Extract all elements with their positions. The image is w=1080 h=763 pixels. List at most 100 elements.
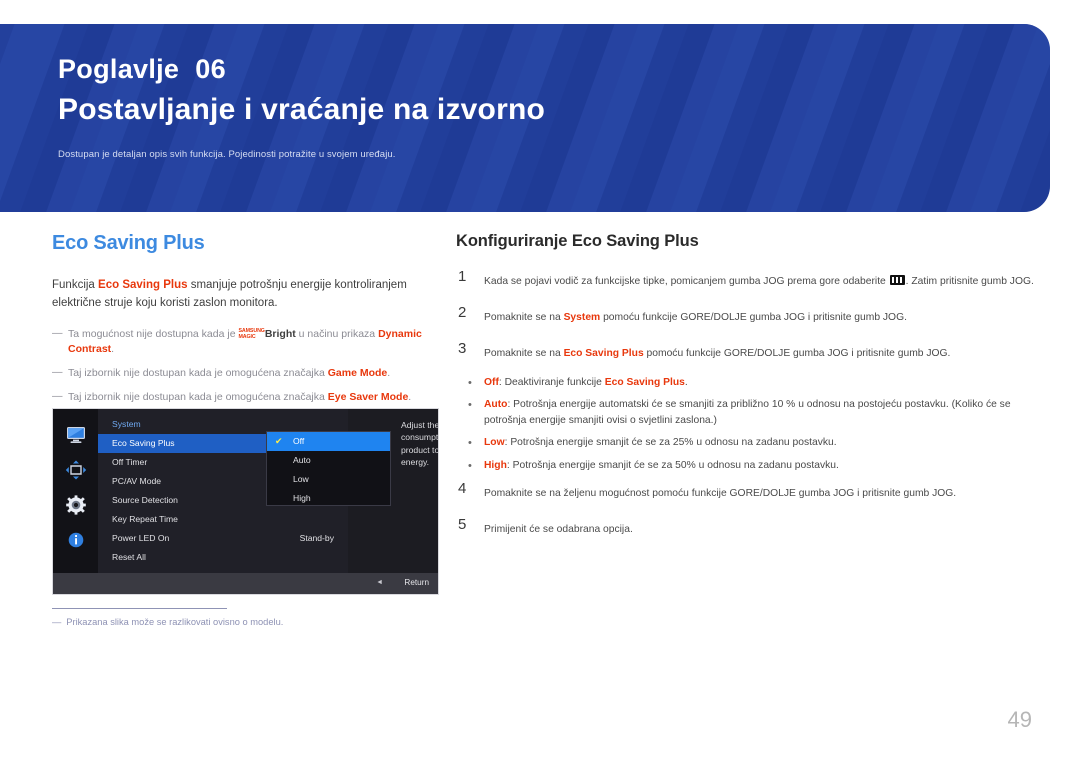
intro-paragraph: Funkcija Eco Saving Plus smanjuje potroš…	[52, 277, 442, 313]
bullet-text-post: : Potrošnja energije smanjit će se za 25…	[504, 437, 837, 449]
osd-menu-item-label: Source Detection	[112, 495, 178, 505]
osd-menu-item-label: PC/AV Mode	[112, 476, 162, 486]
osd-body: System Eco Saving Plus Off Timer PC/AV Mod…	[98, 409, 439, 582]
osd-menu-item-label: Power LED On	[112, 533, 170, 543]
note-dash: ―	[52, 366, 63, 379]
step-text-pre: Kada se pojavi vodič za funkcijske tipke…	[484, 276, 889, 287]
step-text: Pomaknite se na željenu mogućnost pomoću…	[484, 488, 957, 500]
step-text: Kada se pojavi vodič za funkcijske tipke…	[484, 275, 1034, 287]
osd-back-arrow-icon[interactable]: ◄	[376, 579, 383, 586]
bullet-dot: •	[468, 459, 472, 472]
chapter-line: Poglavlje 06	[58, 52, 1050, 88]
footnote-divider	[52, 608, 227, 609]
step-4: 4 Pomaknite se na željenu mogućnost pomo…	[456, 480, 1036, 505]
osd-dropdown-option[interactable]: High	[267, 489, 390, 508]
bright-label: Bright	[264, 327, 296, 340]
step-2: 2 Pomaknite se na System pomoću funkcije…	[456, 304, 1036, 329]
osd-menu-item[interactable]: Key Repeat Time	[98, 510, 348, 529]
step-text-pre: Pomaknite se na	[484, 312, 564, 323]
magicbright-logo: SAMSUNG MAGIC	[238, 329, 264, 340]
step-number: 4	[458, 480, 467, 498]
bullet-term-high: High	[484, 459, 507, 471]
osd-description: Adjust the power consumption of the prod…	[401, 420, 439, 468]
osd-menu-item-label: Off Timer	[112, 457, 148, 467]
osd-dropdown-option-label: Off	[293, 436, 305, 446]
osd-dropdown-option-label: Low	[293, 474, 309, 484]
step-term-system: System	[563, 312, 601, 323]
monitor-icon	[65, 425, 87, 445]
note-text-post: .	[408, 390, 412, 403]
osd-menu-item-label: Reset All	[112, 552, 146, 562]
chapter-title: Postavljanje i vraćanje na izvorno	[58, 92, 545, 126]
osd-menu-item[interactable]: Power LED On Stand-by	[98, 529, 348, 548]
osd-return-button[interactable]: Return	[404, 578, 429, 587]
note-text-post: .	[387, 367, 391, 380]
osd-dropdown-eco-saving-plus[interactable]: ✔ Off Auto Low High	[266, 431, 391, 506]
step-text-post: . Zatim pritisnite gumb JOG.	[905, 276, 1034, 287]
osd-menu-item-label: Eco Saving Plus	[112, 438, 175, 448]
step-number: 5	[458, 516, 467, 534]
step-text-pre: Pomaknite se na	[484, 348, 564, 359]
note-term-eye-saver-mode: Eye Saver Mode	[327, 390, 409, 403]
osd-dropdown-option[interactable]: ✔ Off	[267, 432, 390, 451]
footnote-dash: ―	[52, 617, 62, 627]
section-heading-eco-saving-plus: Eco Saving Plus	[52, 232, 205, 254]
menu-bars-icon	[889, 275, 905, 285]
note-text-post: .	[111, 343, 115, 356]
magic-bottom: MAGIC	[238, 333, 256, 340]
footnote-text: Prikazana slika može se razlikovati ovis…	[66, 617, 284, 627]
left-column: Eco Saving Plus Funkcija Eco Saving Plus…	[52, 232, 442, 414]
section-heading-configure: Konfiguriranje Eco Saving Plus	[456, 232, 699, 250]
note-dash: ―	[52, 389, 63, 402]
osd-icon-rail	[53, 409, 98, 590]
bullet-dot: •	[468, 377, 472, 389]
check-icon: ✔	[275, 436, 283, 446]
chapter-label: Poglavlje	[58, 54, 180, 84]
step-number: 2	[458, 304, 467, 321]
note-text-mid: u načinu prikaza	[295, 327, 379, 340]
bullet-dot: •	[468, 399, 472, 412]
step-number: 1	[458, 268, 467, 285]
note-eye-saver-mode: ― Taj izbornik nije dostupan kada je omog…	[52, 390, 442, 406]
chapter-banner: Poglavlje 06 Postavljanje i vraćanje na i…	[0, 24, 1050, 212]
step-text: Pomaknite se na Eco Saving Plus pomoću f…	[484, 348, 950, 359]
note-dash: ―	[52, 326, 63, 339]
bullet-term-eco-saving-plus: Eco Saving Plus	[604, 377, 685, 388]
step-1: 1 Kada se pojavi vodič za funkcijske tip…	[456, 268, 1036, 293]
osd-dropdown-option[interactable]: Auto	[267, 451, 390, 470]
bullet-low: • Low: Potrošnja energije smanjit će se z…	[456, 435, 1036, 450]
intro-term-eco-saving-plus: Eco Saving Plus	[98, 279, 188, 291]
page-number: 49	[1007, 707, 1032, 732]
bullet-text-post: : Potrošnja energije automatski će se sm…	[484, 399, 1011, 426]
step-text: Primijenit će se odabrana opcija.	[484, 524, 633, 536]
bullet-term-off: Off	[484, 377, 499, 388]
bullet-auto: • Auto: Potrošnja energije automatski će …	[456, 397, 1036, 428]
move-arrows-icon	[65, 460, 87, 480]
note-text-pre: Taj izbornik nije dostupan kada je omogu…	[68, 367, 328, 380]
note-text-pre: Ta mogućnost nije dostupna kada je	[68, 327, 239, 340]
step-term-eco-saving-plus: Eco Saving Plus	[563, 348, 644, 359]
right-column: Konfiguriranje Eco Saving Plus 1 Kada se…	[456, 232, 1036, 555]
bullet-text-post: : Potrošnja energije smanjit će se za 50…	[506, 459, 839, 471]
image-footnote: ― Prikazana slika može se razlikovati ovi…	[52, 616, 452, 630]
chapter-number: 06	[195, 54, 226, 84]
note-term-game-mode: Game Mode	[327, 367, 388, 380]
bullet-term-auto: Auto	[484, 399, 508, 411]
gear-icon	[65, 495, 87, 515]
intro-text-1: Funkcija	[52, 279, 99, 291]
note-dynamic-contrast: ― Ta mogućnost nije dostupna kada je SAMS…	[52, 327, 442, 359]
note-text-pre: Taj izbornik nije dostupan kada je omogu…	[68, 390, 328, 403]
step-5: 5 Primijenit će se odabrana opcija.	[456, 516, 1036, 541]
osd-footer: ◄ Return	[53, 573, 438, 594]
step-number: 3	[458, 340, 467, 357]
bullet-text-post: .	[684, 377, 688, 388]
step-text-post: pomoću funkcije GORE/DOLJE gumba JOG i p…	[600, 312, 907, 323]
osd-dropdown-option[interactable]: Low	[267, 470, 390, 489]
osd-dropdown-option-label: High	[293, 493, 311, 503]
step-text-post: pomoću funkcije GORE/DOLJE gumba JOG i p…	[643, 348, 951, 359]
note-game-mode: ― Taj izbornik nije dostupan kada je omog…	[52, 366, 442, 382]
bullet-high: • High: Potrošnja energije smanjit će se …	[456, 458, 1036, 473]
option-bullet-list: • Off: Deaktiviranje funkcije Eco Saving …	[456, 375, 1036, 473]
step-3: 3 Pomaknite se na Eco Saving Plus pomoću…	[456, 340, 1036, 365]
osd-menu-item[interactable]: Reset All	[98, 548, 348, 567]
